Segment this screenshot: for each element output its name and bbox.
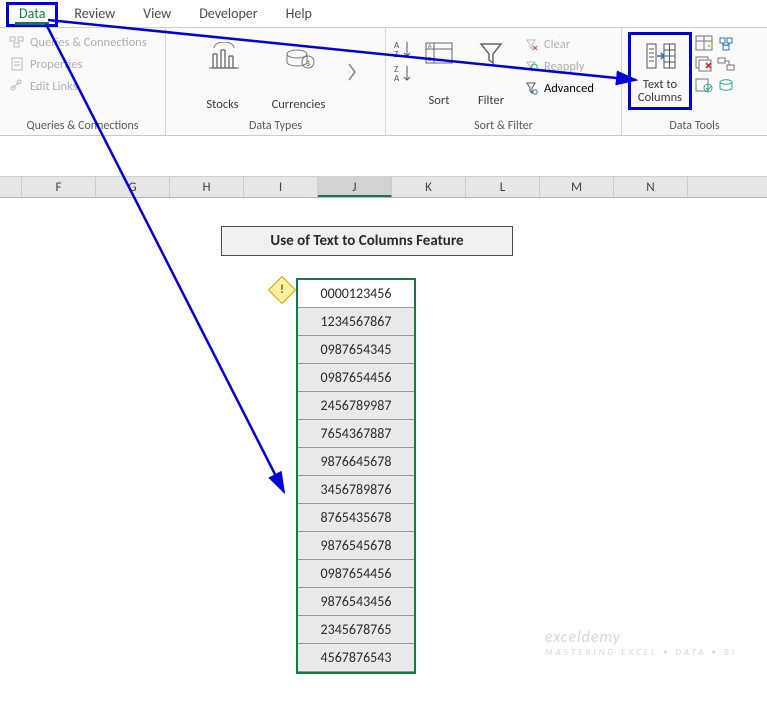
group-queries: Queries & Connections Properties Edit Li… bbox=[0, 28, 166, 135]
group-data-tools: Text to Columns Data Tools bbox=[622, 28, 767, 135]
colhead-L[interactable]: L bbox=[466, 177, 540, 197]
group-sort-filter: AZ ZA AZ Sort Filter Clear Reapply bbox=[386, 28, 622, 135]
clear-icon bbox=[522, 35, 540, 53]
edit-links-label: Edit Links bbox=[30, 79, 78, 94]
worksheet[interactable]: Use of Text to Columns Feature ! 0000123… bbox=[0, 198, 767, 698]
currencies-icon: $ bbox=[283, 40, 315, 74]
cell[interactable]: 9876645678 bbox=[298, 448, 414, 476]
currencies-label: Currencies bbox=[272, 97, 326, 112]
tab-view[interactable]: View bbox=[131, 2, 183, 27]
tools-col-2 bbox=[716, 32, 736, 94]
text-to-columns-button[interactable]: Text to Columns bbox=[628, 32, 692, 110]
group-queries-label: Queries & Connections bbox=[6, 117, 159, 133]
text-to-columns-icon bbox=[644, 39, 676, 73]
cell[interactable]: 2456789987 bbox=[298, 392, 414, 420]
cell[interactable]: 0987654345 bbox=[298, 336, 414, 364]
cell[interactable]: 0987654456 bbox=[298, 560, 414, 588]
group-types-label: Data Types bbox=[172, 117, 379, 133]
data-validation-icon[interactable] bbox=[695, 76, 713, 94]
sort-icon: AZ bbox=[423, 36, 455, 70]
colhead-G[interactable]: G bbox=[96, 177, 170, 197]
clear-label: Clear bbox=[544, 37, 570, 52]
selected-range[interactable]: 0000123456 1234567867 0987654345 0987654… bbox=[296, 278, 416, 674]
watermark-sub: MASTERING EXCEL • DATA • BI bbox=[545, 647, 737, 658]
svg-text:Z: Z bbox=[394, 49, 398, 59]
cell[interactable]: 9876545678 bbox=[298, 532, 414, 560]
filter-label: Filter bbox=[478, 93, 504, 108]
relationships-icon[interactable] bbox=[717, 55, 735, 73]
cell[interactable]: 7654367887 bbox=[298, 420, 414, 448]
sort-asc-icon[interactable]: AZ bbox=[392, 40, 410, 58]
filter-icon bbox=[475, 36, 507, 70]
colhead-H[interactable]: H bbox=[170, 177, 244, 197]
group-tools-label: Data Tools bbox=[628, 117, 761, 133]
colhead-N[interactable]: N bbox=[614, 177, 688, 197]
stocks-label: Stocks bbox=[206, 97, 238, 112]
group-data-types: Stocks $ Currencies Data Types bbox=[166, 28, 386, 135]
sort-label: Sort bbox=[429, 93, 450, 108]
currencies-button[interactable]: $ Currencies bbox=[271, 36, 327, 114]
colhead-F[interactable]: F bbox=[22, 177, 96, 197]
edit-links-button[interactable]: Edit Links bbox=[6, 76, 149, 96]
properties-icon bbox=[8, 55, 26, 73]
svg-text:$: $ bbox=[305, 58, 310, 69]
column-headers: F G H I J K L M N bbox=[0, 176, 767, 198]
tab-help[interactable]: Help bbox=[274, 2, 324, 27]
tab-data[interactable]: Data bbox=[6, 2, 58, 27]
queries-connections-button[interactable]: Queries & Connections bbox=[6, 32, 149, 52]
tools-col-1 bbox=[694, 32, 714, 94]
tab-review[interactable]: Review bbox=[62, 2, 127, 27]
cell[interactable]: 0000123456 bbox=[298, 280, 414, 308]
cell[interactable]: 1234567867 bbox=[298, 308, 414, 336]
flash-fill-icon[interactable] bbox=[695, 34, 713, 52]
cell[interactable]: 3456789876 bbox=[298, 476, 414, 504]
clear-button[interactable]: Clear bbox=[520, 34, 596, 54]
select-all-corner[interactable] bbox=[0, 177, 22, 197]
watermark-main: exceldemy bbox=[545, 628, 621, 647]
edit-links-icon bbox=[8, 77, 26, 95]
group-sort-label: Sort & Filter bbox=[392, 117, 615, 133]
cell[interactable]: 2345678765 bbox=[298, 616, 414, 644]
remove-duplicates-icon[interactable] bbox=[695, 55, 713, 73]
tab-developer[interactable]: Developer bbox=[187, 2, 269, 27]
cell[interactable]: 0987654456 bbox=[298, 364, 414, 392]
colhead-K[interactable]: K bbox=[392, 177, 466, 197]
queries-connections-label: Queries & Connections bbox=[30, 35, 147, 50]
t2c-label1: Text to bbox=[643, 77, 677, 92]
cell[interactable]: 4567876543 bbox=[298, 644, 414, 672]
title-cell[interactable]: Use of Text to Columns Feature bbox=[221, 226, 513, 256]
consolidate-icon[interactable] bbox=[717, 34, 735, 52]
colhead-M[interactable]: M bbox=[540, 177, 614, 197]
cell[interactable]: 8765435678 bbox=[298, 504, 414, 532]
reapply-icon bbox=[522, 57, 540, 75]
sort-button[interactable]: AZ Sort bbox=[416, 32, 462, 110]
colhead-J[interactable]: J bbox=[318, 177, 392, 197]
filter-button[interactable]: Filter bbox=[468, 32, 514, 110]
properties-label: Properties bbox=[30, 57, 82, 72]
svg-text:A: A bbox=[428, 42, 432, 50]
advanced-label: Advanced bbox=[544, 81, 594, 96]
stocks-icon bbox=[207, 40, 239, 74]
cell[interactable]: 9876543456 bbox=[298, 588, 414, 616]
menu-tabs: Data Review View Developer Help bbox=[0, 0, 767, 28]
watermark: exceldemy MASTERING EXCEL • DATA • BI bbox=[545, 628, 737, 658]
advanced-button[interactable]: Advanced bbox=[520, 78, 596, 98]
reapply-button[interactable]: Reapply bbox=[520, 56, 596, 76]
advanced-icon bbox=[522, 79, 540, 97]
colhead-I[interactable]: I bbox=[244, 177, 318, 197]
data-model-icon[interactable] bbox=[717, 76, 735, 94]
stocks-button[interactable]: Stocks bbox=[195, 36, 251, 114]
error-indicator-icon[interactable]: ! bbox=[268, 276, 296, 304]
chevron-right-icon[interactable] bbox=[347, 60, 357, 89]
t2c-label2: Columns bbox=[638, 90, 682, 105]
ribbon: Queries & Connections Properties Edit Li… bbox=[0, 28, 767, 136]
svg-text:Z: Z bbox=[428, 55, 431, 63]
sort-desc-icon[interactable]: ZA bbox=[392, 64, 410, 82]
reapply-label: Reapply bbox=[544, 59, 584, 74]
properties-button[interactable]: Properties bbox=[6, 54, 149, 74]
connections-icon bbox=[8, 33, 26, 51]
svg-text:A: A bbox=[394, 73, 400, 83]
